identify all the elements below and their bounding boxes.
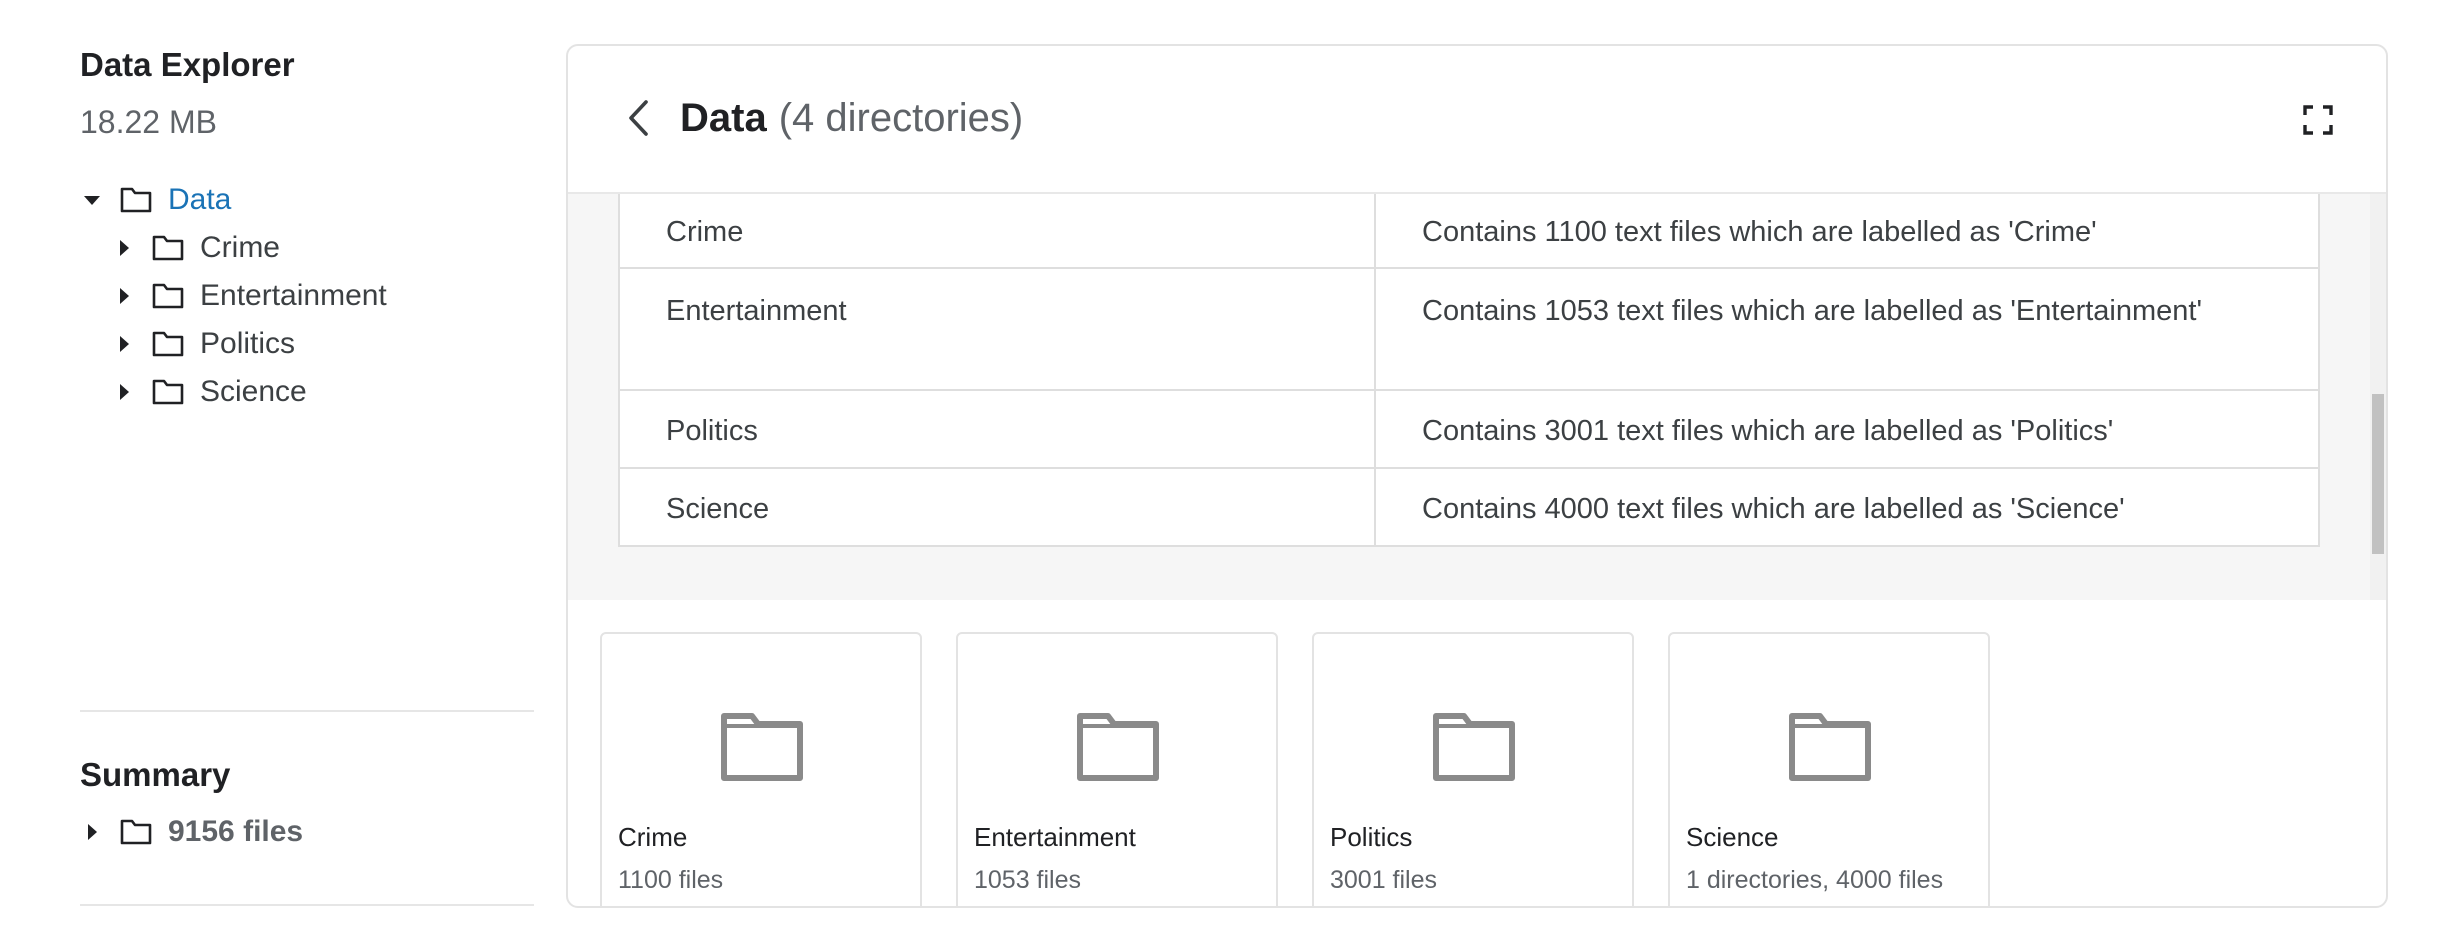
- card-meta: 1053 files: [974, 866, 1082, 894]
- fullscreen-button[interactable]: [2302, 104, 2334, 136]
- chevron-left-icon: [629, 100, 648, 136]
- readme-table-area[interactable]: Crime Contains 1100 text files which are…: [568, 194, 2386, 600]
- folder-card-science[interactable]: Science 1 directories, 4000 files: [1668, 632, 1990, 906]
- sidebar-title: Data Explorer: [80, 46, 295, 83]
- tree-item-label[interactable]: Politics: [200, 327, 295, 361]
- folder-icon: [152, 379, 184, 405]
- tree-item-label[interactable]: Crime: [200, 231, 280, 265]
- tree-item-label[interactable]: Science: [200, 375, 307, 409]
- fullscreen-icon: [2303, 105, 2333, 135]
- caret-right-icon[interactable]: [80, 824, 104, 840]
- table-row: Entertainment Contains 1053 text files w…: [618, 268, 2320, 391]
- folder-icon: [120, 819, 152, 845]
- summary-files-item[interactable]: 9156 files: [80, 808, 534, 856]
- tree-item-entertainment[interactable]: Entertainment: [80, 272, 534, 320]
- scrollbar[interactable]: [2370, 194, 2386, 600]
- card-title: Politics: [1330, 822, 1413, 852]
- card-meta: 1100 files: [618, 866, 724, 894]
- table-cell-name: Crime: [618, 194, 1376, 269]
- tree-item-label[interactable]: Data: [168, 183, 231, 217]
- card-meta: 1 directories, 4000 files: [1686, 866, 1944, 894]
- caret-right-icon[interactable]: [112, 240, 136, 256]
- table-cell-description: Contains 1053 text files which are label…: [1374, 268, 2320, 391]
- tree-item-crime[interactable]: Crime: [80, 224, 534, 272]
- folder-icon: [1077, 713, 1159, 781]
- card-meta: 3001 files: [1330, 866, 1438, 894]
- card-title: Science: [1686, 822, 1779, 852]
- panel-header: Data (4 directories): [568, 46, 2386, 194]
- sidebar-divider: [80, 904, 534, 906]
- caret-down-icon[interactable]: [80, 195, 104, 205]
- summary-section: Summary 9156 files: [80, 754, 534, 856]
- directory-cards: Crime 1100 files Entertainment 1053 file…: [600, 632, 1990, 906]
- page-title: Data (4 directories): [680, 94, 1023, 142]
- table-cell-name: Politics: [618, 390, 1376, 469]
- card-title: Entertainment: [974, 822, 1136, 852]
- sidebar: Data Explorer 18.22 MB Data Crime Entert…: [80, 44, 534, 416]
- scrollbar-thumb[interactable]: [2372, 394, 2384, 554]
- tree-item-politics[interactable]: Politics: [80, 320, 534, 368]
- table-cell-name: Entertainment: [618, 268, 1376, 391]
- folder-card-crime[interactable]: Crime 1100 files: [600, 632, 922, 906]
- tree-item-science[interactable]: Science: [80, 368, 534, 416]
- table-cell-description: Contains 4000 text files which are label…: [1374, 468, 2320, 547]
- folder-icon: [120, 187, 152, 213]
- sidebar-divider: [80, 710, 534, 712]
- directory-count: (4 directories): [778, 96, 1024, 140]
- table-cell-description: Contains 3001 text files which are label…: [1374, 390, 2320, 469]
- dataset-size: 18.22 MB: [80, 104, 217, 140]
- folder-icon: [152, 283, 184, 309]
- directory-table: Crime Contains 1100 text files which are…: [618, 194, 2320, 547]
- caret-right-icon[interactable]: [112, 384, 136, 400]
- tree-item-data[interactable]: Data: [80, 176, 534, 224]
- table-cell-name: Science: [618, 468, 1376, 547]
- folder-card-entertainment[interactable]: Entertainment 1053 files: [956, 632, 1278, 906]
- directory-name: Data: [680, 96, 767, 140]
- table-row: Science Contains 4000 text files which a…: [618, 468, 2320, 547]
- summary-files-label: 9156 files: [168, 815, 304, 848]
- directory-panel: Data (4 directories) Crime Contains 1100 …: [566, 44, 2388, 908]
- caret-right-icon[interactable]: [112, 336, 136, 352]
- caret-right-icon[interactable]: [112, 288, 136, 304]
- tree-item-label[interactable]: Entertainment: [200, 279, 387, 313]
- table-row: Crime Contains 1100 text files which are…: [618, 194, 2320, 269]
- folder-icon: [721, 713, 803, 781]
- summary-title: Summary: [80, 756, 231, 793]
- folder-icon: [152, 331, 184, 357]
- folder-icon: [1433, 713, 1515, 781]
- folder-icon: [1789, 713, 1871, 781]
- file-tree: Data Crime Entertainment Politics Scienc…: [80, 176, 534, 416]
- back-button[interactable]: [620, 98, 656, 138]
- table-row: Politics Contains 3001 text files which …: [618, 390, 2320, 469]
- card-title: Crime: [618, 822, 688, 852]
- table-cell-description: Contains 1100 text files which are label…: [1374, 194, 2320, 269]
- folder-card-politics[interactable]: Politics 3001 files: [1312, 632, 1634, 906]
- folder-icon: [152, 235, 184, 261]
